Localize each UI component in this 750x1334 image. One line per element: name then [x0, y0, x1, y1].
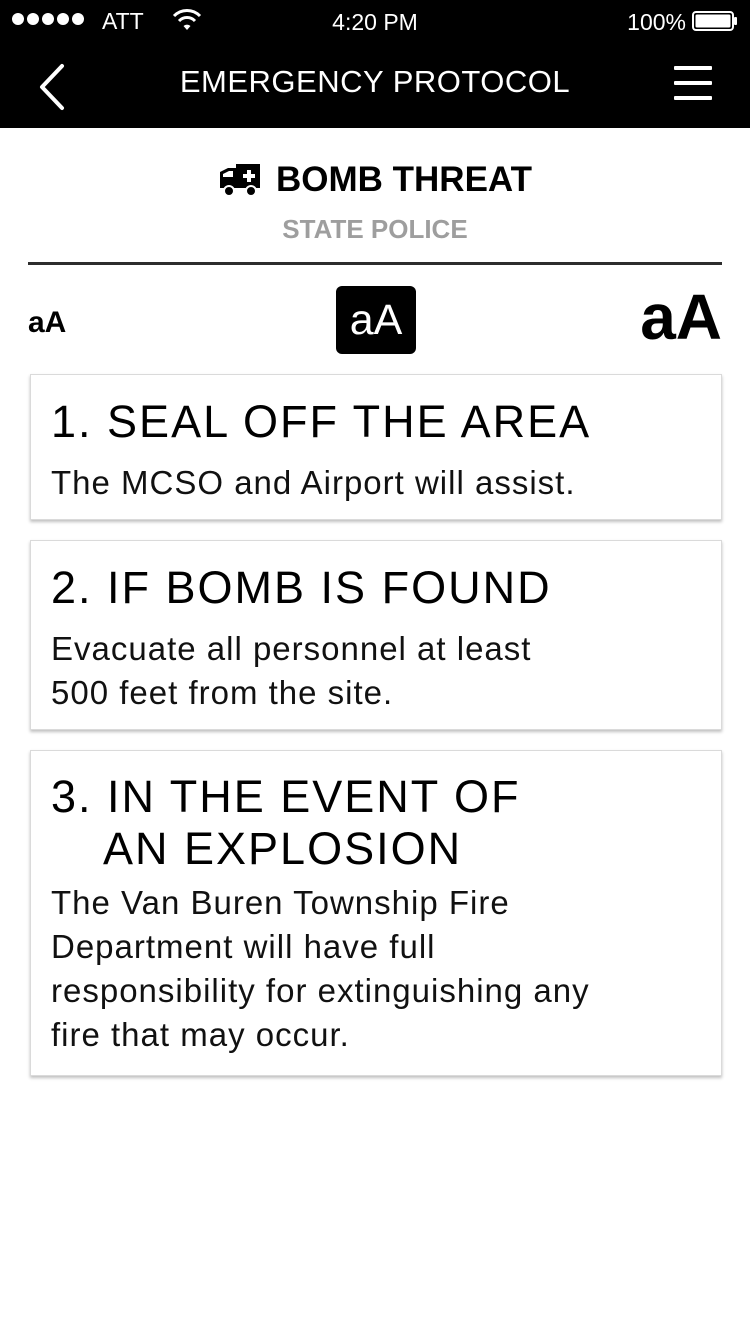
- step-card-2: 2. IF BOMB IS FOUND Evacuate all personn…: [30, 540, 722, 730]
- step-text: The MCSO and Airport will assist.: [51, 464, 576, 501]
- step-text: Evacuate all personnel at least 500 feet…: [51, 627, 701, 715]
- font-size-large-button[interactable]: aA: [640, 280, 722, 354]
- battery-percent: 100%: [627, 9, 686, 35]
- page-title: EMERGENCY PROTOCOL: [179, 64, 571, 99]
- protocol-header: BOMB THREAT STATE POLICE: [0, 160, 750, 245]
- ambulance-icon: [220, 164, 260, 197]
- step-title-text: IN THE EVENT OF: [107, 771, 521, 822]
- step-title: 2. IF BOMB IS FOUND: [51, 562, 552, 613]
- font-size-selector: aA aA aA: [28, 281, 722, 356]
- step-text-line: Department will have full: [51, 928, 436, 965]
- step-card-1: 1. SEAL OFF THE AREA The MCSO and Airpor…: [30, 374, 722, 520]
- step-number: 2: [51, 562, 79, 613]
- step-text-line: 500 feet from the site.: [51, 674, 394, 711]
- step-text-line: Evacuate all personnel at least: [51, 630, 532, 667]
- step-title-text: IF BOMB IS FOUND: [107, 562, 552, 613]
- step-text: The Van Buren Township Fire Department w…: [51, 881, 701, 1057]
- step-card-3: 3. IN THE EVENT OF AN EXPLOSION The Van …: [30, 750, 722, 1076]
- status-bar: ATT 4:20 PM 100%: [0, 0, 750, 40]
- font-size-small-button[interactable]: aA: [28, 306, 66, 340]
- step-title: 1. SEAL OFF THE AREA: [51, 396, 592, 447]
- hamburger-menu-icon[interactable]: [674, 66, 712, 102]
- protocol-subtitle: STATE POLICE: [282, 214, 468, 244]
- top-bar: ATT 4:20 PM 100% EMERGENCY PROTOCOL: [0, 0, 750, 128]
- battery-icon: [692, 11, 737, 31]
- step-text-line: The Van Buren Township Fire: [51, 884, 510, 921]
- step-number: 3: [51, 771, 79, 822]
- step-text-line: fire that may occur.: [51, 1016, 350, 1053]
- step-text-line: responsibility for extinguishing any: [51, 972, 590, 1009]
- step-title-text: AN EXPLOSION: [103, 823, 463, 874]
- step-number: 1: [51, 396, 79, 447]
- step-title: 3. IN THE EVENT OF AN EXPLOSION: [51, 771, 701, 875]
- protocol-title: BOMB THREAT: [276, 160, 532, 199]
- step-title-text: SEAL OFF THE AREA: [107, 396, 592, 447]
- header-divider: [28, 262, 722, 265]
- font-size-medium-button[interactable]: aA: [336, 286, 416, 354]
